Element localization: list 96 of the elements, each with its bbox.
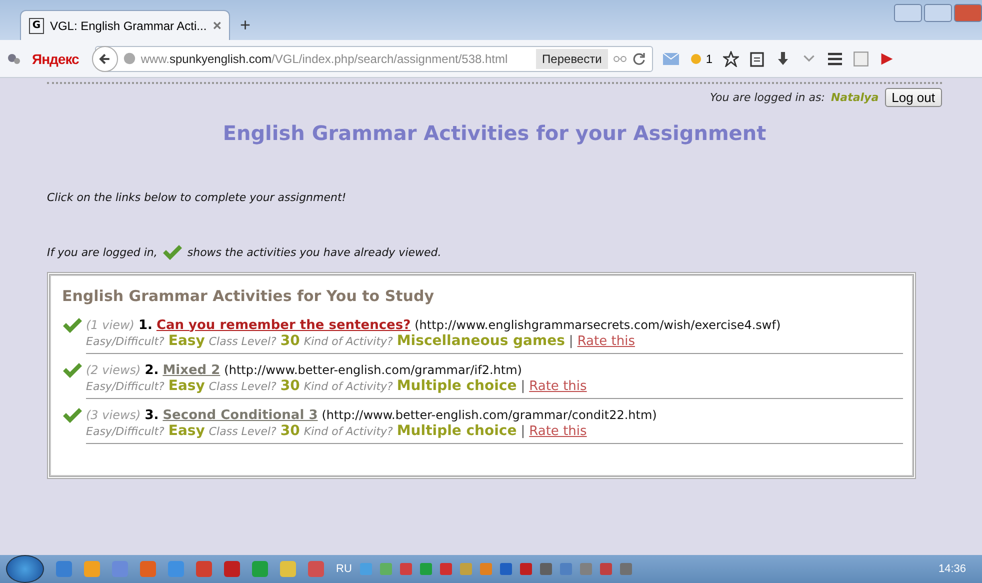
tray-icon[interactable] — [480, 563, 492, 575]
star-icon[interactable] — [722, 50, 738, 66]
taskbar-app-icon[interactable] — [196, 561, 212, 577]
tray-icon[interactable] — [620, 563, 632, 575]
tray-icon[interactable] — [540, 563, 552, 575]
separator: | — [520, 379, 526, 394]
taskbar-app-icon[interactable] — [280, 561, 296, 577]
separator: | — [568, 334, 574, 349]
difficulty-label: Easy/Difficult? — [86, 380, 164, 393]
activity-kind-value: Multiple choice — [396, 423, 517, 439]
start-button[interactable] — [6, 555, 44, 583]
class-level-label: Class Level? — [208, 425, 276, 438]
class-level-value: 30 — [280, 378, 300, 394]
translate-button[interactable]: Перевести — [536, 48, 608, 68]
activity-number: 3. — [144, 408, 159, 422]
back-arrow-icon — [98, 52, 112, 66]
address-bar[interactable]: www.spunkyenglish.com/VGL/index.php/search/assignment/538.html Перевести — [94, 46, 653, 72]
legend-text: If you are logged in, — [47, 246, 158, 258]
favicon-icon: G — [29, 18, 44, 34]
browser-tab[interactable]: G VGL: English Grammar Acti... — [20, 10, 230, 40]
menu-icon[interactable] — [826, 50, 842, 66]
weather-count: 1 — [706, 52, 712, 66]
difficulty-label: Easy/Difficult? — [86, 425, 164, 438]
legend-text: shows the activities you have already viewed. — [187, 246, 442, 258]
page-title: English Grammar Activities for your Assignment — [222, 121, 768, 145]
logout-button[interactable]: Log out — [884, 88, 942, 107]
extension-icon[interactable] — [878, 50, 894, 66]
instruction-text: Click on the links below to complete your assignment! — [47, 191, 348, 204]
tray-icon[interactable] — [420, 563, 432, 575]
close-icon[interactable] — [212, 21, 221, 30]
panel-title: English Grammar Activities for You to Study — [62, 287, 435, 305]
activity-url: (http://www.better-english.com/grammar/condit22.htm) — [322, 408, 657, 422]
tray-icon[interactable] — [440, 563, 452, 575]
minimize-icon[interactable] — [894, 4, 922, 22]
difficulty-value: Easy — [168, 423, 205, 439]
difficulty-label: Easy/Difficult? — [86, 335, 164, 348]
tray-icon[interactable] — [580, 563, 592, 575]
class-level-label: Class Level? — [208, 335, 276, 348]
tray-icon[interactable] — [520, 563, 532, 575]
activity-kind-label: Kind of Activity? — [304, 425, 393, 438]
view-count: (2 views) — [86, 363, 141, 377]
view-count: (1 view) — [86, 318, 134, 332]
tray-icon[interactable] — [360, 563, 372, 575]
view-count: (3 views) — [86, 408, 141, 422]
activity-kind-value: Multiple choice — [396, 378, 517, 394]
url-text: www.spunkyenglish.com/VGL/index.php/search/assignment/538.html — [140, 52, 509, 66]
taskbar-app-icon[interactable] — [84, 561, 100, 577]
activity-number: 2. — [144, 362, 159, 378]
tray-icon[interactable] — [600, 563, 612, 575]
tray-icon[interactable] — [400, 563, 412, 575]
taskbar-app-icon[interactable] — [112, 561, 128, 577]
rate-link[interactable]: Rate this — [577, 334, 635, 349]
tray-icon[interactable] — [500, 563, 512, 575]
tray-icon[interactable] — [380, 563, 392, 575]
restore-icon[interactable] — [924, 4, 952, 22]
taskbar-app-icon[interactable] — [224, 561, 240, 577]
taskbar-app-icon[interactable] — [56, 561, 72, 577]
activity-link[interactable]: Second Conditional 3 — [162, 408, 318, 422]
activity-kind-label: Kind of Activity? — [304, 380, 393, 393]
clipboard-icon[interactable] — [748, 50, 764, 66]
activity-url: (http://www.englishgrammarsecrets.com/wish/exercise4.swf) — [414, 318, 781, 332]
back-button[interactable] — [92, 46, 118, 72]
taskbar-app-icon[interactable] — [140, 561, 156, 577]
extension-icon[interactable] — [852, 50, 868, 66]
activity-kind-label: Kind of Activity? — [304, 335, 393, 348]
login-status-label: You are logged in as: — [710, 91, 825, 104]
tab-title: VGL: English Grammar Acti... — [50, 18, 207, 32]
class-level-value: 30 — [280, 333, 300, 349]
activity-url: (http://www.better-english.com/grammar/if2.htm) — [224, 363, 522, 377]
username: Natalya — [830, 91, 879, 104]
new-tab-button[interactable]: + — [230, 10, 261, 40]
activity-link[interactable]: Mixed 2 — [162, 362, 220, 378]
reload-icon[interactable] — [632, 52, 646, 66]
taskbar-app-icon[interactable] — [252, 561, 268, 577]
class-level-label: Class Level? — [208, 380, 276, 393]
activity-link[interactable]: Can you remember the sentences? — [156, 318, 411, 332]
checkmark-icon — [162, 244, 182, 260]
sun-icon — [688, 52, 703, 66]
yandex-logo[interactable]: Яндекс — [32, 50, 79, 66]
difficulty-value: Easy — [168, 378, 205, 394]
taskbar-app-icon[interactable] — [308, 561, 324, 577]
activity-kind-value: Miscellaneous games — [396, 333, 565, 349]
language-indicator[interactable]: RU — [336, 563, 352, 575]
difficulty-value: Easy — [168, 333, 205, 349]
rate-link[interactable]: Rate this — [529, 379, 587, 394]
mail-icon[interactable] — [662, 50, 679, 66]
rate-link[interactable]: Rate this — [529, 424, 587, 439]
taskbar-app-icon[interactable] — [168, 561, 184, 577]
class-level-value: 30 — [280, 423, 300, 439]
tray-icon[interactable] — [560, 563, 572, 575]
clock[interactable]: 14:36 — [938, 563, 976, 575]
activity-number: 1. — [138, 318, 152, 332]
weather-widget[interactable]: 1 — [688, 52, 712, 66]
tray-icon[interactable] — [460, 563, 472, 575]
globe-icon — [122, 52, 136, 65]
separator: | — [520, 424, 526, 439]
